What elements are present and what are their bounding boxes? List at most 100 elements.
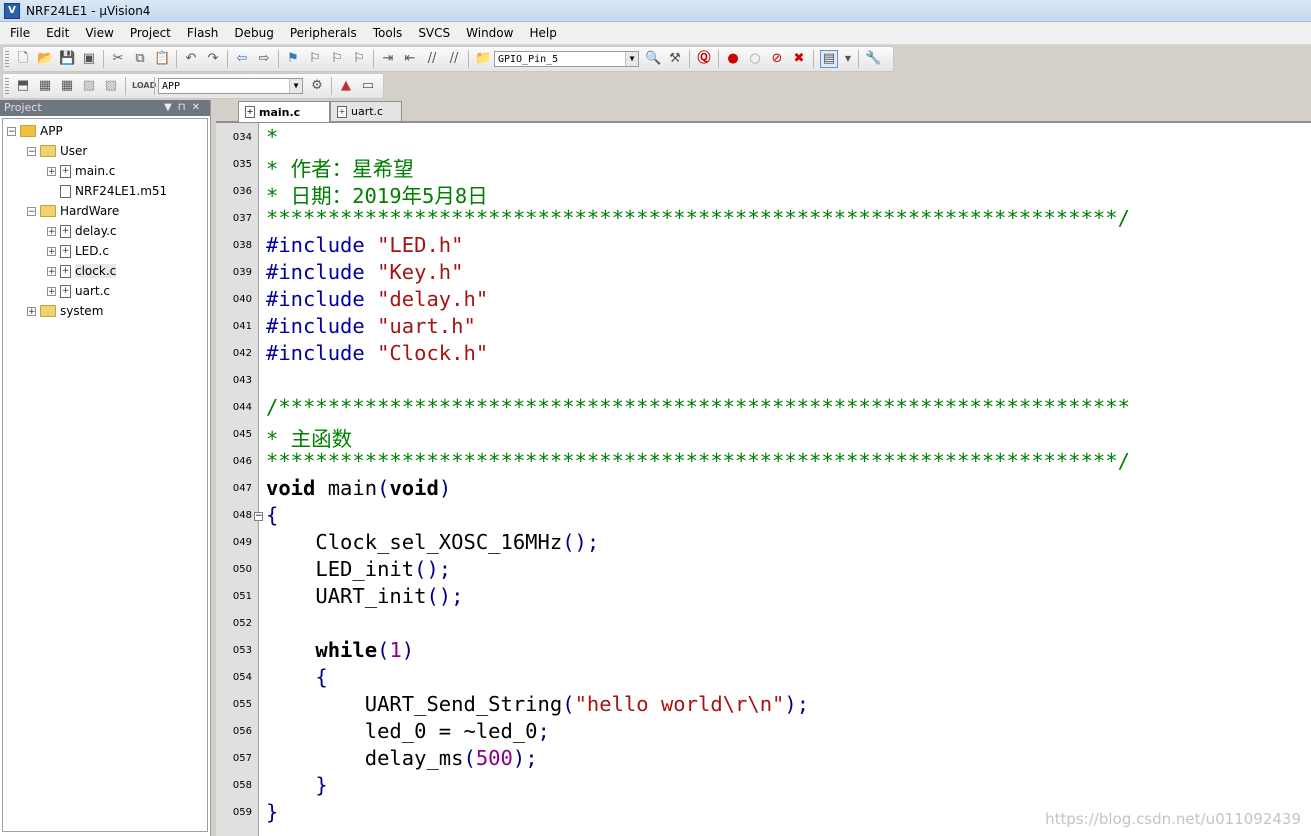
indent-icon[interactable]: ⇥ [380, 51, 396, 67]
expand-icon[interactable]: + [47, 286, 56, 296]
kill-breakpoints-icon[interactable]: ✖ [791, 51, 807, 67]
code-line[interactable]: #include "Key.h" [266, 260, 464, 284]
code-line[interactable]: { [266, 503, 278, 527]
code-line[interactable]: #include "Clock.h" [266, 341, 488, 365]
tree-node-clock-c[interactable]: + + clock.c [47, 261, 117, 281]
menu-svcs[interactable]: SVCS [408, 22, 456, 44]
menu-view[interactable]: View [75, 22, 119, 44]
cut-icon[interactable]: ✂ [110, 51, 126, 67]
target-combo[interactable]: APP ▼ [158, 78, 303, 94]
code-line[interactable]: UART_init(); [266, 584, 463, 608]
target-options-icon[interactable]: ⚙ [309, 78, 325, 94]
redo-icon[interactable]: ↷ [205, 51, 221, 67]
translate-icon[interactable]: ⬒ [15, 78, 31, 94]
nav-forward-icon[interactable]: ⇨ [256, 51, 272, 67]
menu-flash[interactable]: Flash [177, 22, 224, 44]
code-line[interactable]: delay_ms(500); [266, 746, 538, 770]
enable-breakpoint-icon[interactable]: ○ [747, 51, 763, 67]
pin-icon[interactable]: ⊓ [178, 102, 192, 113]
find-combo[interactable]: GPIO_Pin_5 ▼ [494, 51, 639, 67]
menu-peripherals[interactable]: Peripherals [280, 22, 363, 44]
expand-icon[interactable]: + [47, 246, 56, 256]
pane-menu-icon[interactable]: ▼ [164, 102, 178, 113]
next-bookmark-icon[interactable]: ⚐ [329, 51, 345, 67]
expand-icon[interactable]: + [47, 226, 56, 236]
code-line[interactable]: while(1) [266, 638, 414, 662]
stop-build-icon[interactable]: ▨ [103, 78, 119, 94]
fold-icon[interactable]: − [254, 512, 263, 521]
tree-node-hardware[interactable]: − HardWare [27, 201, 119, 221]
incremental-find-icon[interactable]: ⚒ [667, 51, 683, 67]
open-file-icon[interactable]: 📂 [37, 51, 53, 67]
code-line[interactable]: * [266, 125, 278, 149]
expand-icon[interactable]: + [27, 306, 36, 316]
code-line[interactable]: } [266, 773, 327, 797]
code-line[interactable]: * 日期：2019年5月8日 [266, 179, 488, 209]
copy-icon[interactable]: ⧉ [132, 51, 148, 67]
code-editor[interactable]: 034 * 035 * 作者：星希望 036 * 日期：2019年5月8日 037 *****… [216, 123, 1311, 836]
tree-node-main-c[interactable]: + + main.c [47, 161, 115, 181]
collapse-icon[interactable]: − [7, 126, 16, 136]
code-line[interactable]: * 主函数 [266, 422, 352, 452]
expand-icon[interactable]: + [47, 266, 56, 276]
build-icon[interactable]: ▦ [37, 78, 53, 94]
tree-node-m51[interactable]: NRF24LE1.m51 [47, 181, 167, 201]
expand-icon[interactable]: + [47, 166, 56, 176]
code-line[interactable]: ****************************************… [266, 449, 1130, 473]
tree-node-system[interactable]: + system [27, 301, 103, 321]
chevron-down-icon[interactable]: ▼ [289, 79, 302, 93]
batch-build-icon[interactable]: ▨ [81, 78, 97, 94]
menu-project[interactable]: Project [120, 22, 177, 44]
menu-debug[interactable]: Debug [224, 22, 279, 44]
configure-icon[interactable]: 🔧 [865, 51, 881, 67]
menu-edit[interactable]: Edit [36, 22, 75, 44]
code-line[interactable]: * 作者：星希望 [266, 152, 414, 182]
save-all-icon[interactable]: ▣ [81, 51, 97, 67]
window-layout-icon[interactable]: ▤ [820, 50, 838, 68]
nav-back-icon[interactable]: ⇦ [234, 51, 250, 67]
prev-bookmark-icon[interactable]: ⚐ [307, 51, 323, 67]
menu-file[interactable]: File [0, 22, 36, 44]
code-line[interactable]: LED_init(); [266, 557, 451, 581]
rebuild-icon[interactable]: ▦ [59, 78, 75, 94]
code-line[interactable]: /***************************************… [266, 395, 1130, 419]
collapse-icon[interactable]: − [27, 206, 36, 216]
insert-breakpoint-icon[interactable]: ● [725, 51, 741, 67]
code-line[interactable]: { [266, 665, 327, 689]
tree-node-user[interactable]: − User [27, 141, 87, 161]
uncomment-icon[interactable]: // [446, 51, 462, 67]
chevron-down-icon[interactable]: ▼ [625, 52, 638, 66]
chevron-down-icon[interactable]: ▼ [844, 51, 852, 67]
code-line[interactable]: #include "LED.h" [266, 233, 464, 257]
save-icon[interactable]: 💾 [59, 51, 75, 67]
code-line[interactable]: ****************************************… [266, 206, 1130, 230]
tree-node-delay-c[interactable]: + + delay.c [47, 221, 117, 241]
code-line[interactable]: led_0 = ~led_0; [266, 719, 550, 743]
toolbar-grip[interactable] [5, 78, 9, 94]
tab-uart-c[interactable]: + uart.c [330, 101, 402, 121]
disable-breakpoints-icon[interactable]: ⊘ [769, 51, 785, 67]
code-line[interactable]: void main(void) [266, 476, 451, 500]
debug-session-icon[interactable]: Ⓠ [696, 51, 712, 67]
new-file-icon[interactable]: 🗋 [15, 51, 31, 67]
code-line[interactable]: Clock_sel_XOSC_16MHz(); [266, 530, 599, 554]
clear-bookmarks-icon[interactable]: ⚐ [351, 51, 367, 67]
download-icon[interactable]: LOAD [132, 78, 156, 94]
select-packs-icon[interactable]: ▭ [360, 78, 376, 94]
tree-node-uart-c[interactable]: + + uart.c [47, 281, 110, 301]
tab-main-c[interactable]: + main.c [238, 101, 330, 122]
code-line[interactable]: } [266, 800, 278, 824]
close-icon[interactable]: ✕ [192, 102, 206, 113]
menu-tools[interactable]: Tools [363, 22, 409, 44]
find-icon[interactable]: 🔍 [645, 51, 661, 67]
comment-icon[interactable]: // [424, 51, 440, 67]
unindent-icon[interactable]: ⇤ [402, 51, 418, 67]
toolbar-grip[interactable] [5, 51, 9, 67]
find-in-files-icon[interactable]: 📁 [475, 51, 491, 67]
tree-node-led-c[interactable]: + + LED.c [47, 241, 109, 261]
manage-components-icon[interactable]: ▲ [338, 78, 354, 94]
menu-window[interactable]: Window [456, 22, 519, 44]
menu-help[interactable]: Help [519, 22, 562, 44]
paste-icon[interactable]: 📋 [154, 51, 170, 67]
undo-icon[interactable]: ↶ [183, 51, 199, 67]
